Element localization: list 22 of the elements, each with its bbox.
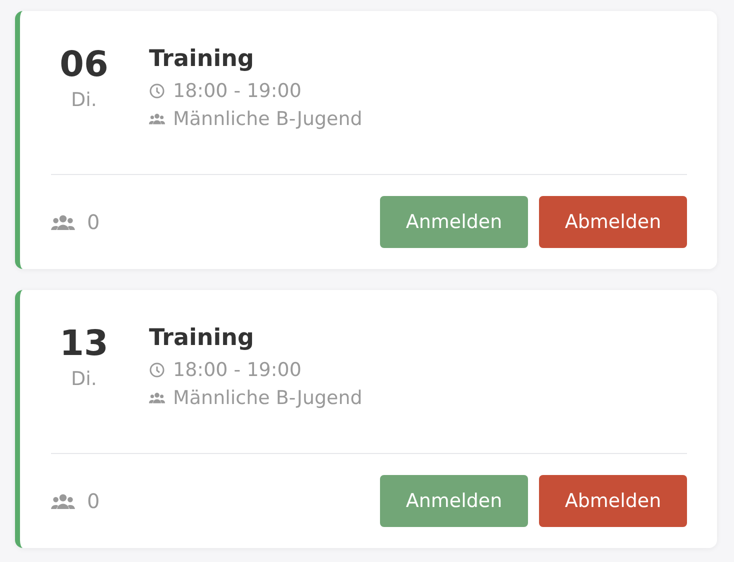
event-day: 13	[60, 320, 108, 368]
register-button[interactable]: Anmelden	[380, 196, 528, 248]
people-icon	[51, 492, 75, 510]
event-title: Training	[149, 324, 256, 353]
attendee-count: 0	[87, 489, 100, 513]
event-time: 18:00 - 19:00	[173, 79, 302, 104]
unregister-button[interactable]: Abmelden	[539, 196, 687, 248]
clock-icon	[149, 83, 165, 99]
event-team: Männliche B-Jugend	[173, 386, 362, 411]
people-icon	[149, 113, 165, 125]
event-weekday: Di.	[71, 89, 97, 111]
people-icon	[149, 392, 165, 404]
event-weekday: Di.	[71, 368, 97, 390]
event-team: Männliche B-Jugend	[173, 107, 362, 132]
event-title: Training	[149, 45, 256, 74]
event-time: 18:00 - 19:00	[173, 358, 302, 383]
clock-icon	[149, 362, 165, 378]
unregister-button[interactable]: Abmelden	[539, 475, 687, 527]
people-icon	[51, 214, 75, 230]
register-button[interactable]: Anmelden	[380, 475, 528, 527]
event-day: 06	[60, 41, 108, 89]
attendee-count: 0	[87, 210, 100, 234]
